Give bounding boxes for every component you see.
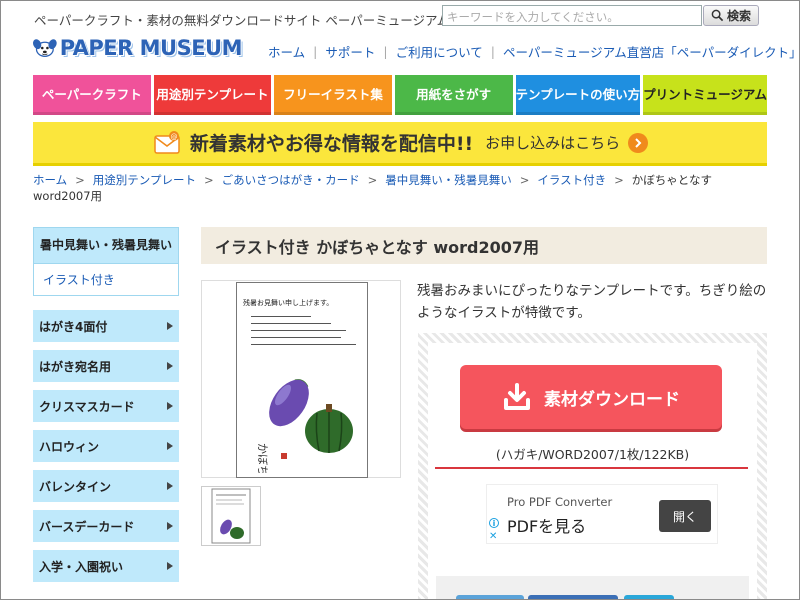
main-menu: ペーパークラフト 用途別テンプレート フリーイラスト集 用紙をさがす テンプレー… <box>33 75 768 115</box>
breadcrumb-illustrated[interactable]: イラスト付き <box>537 173 606 187</box>
template-preview[interactable]: 残暑お見舞い申し上げます。 かぼちゃとなす <box>201 280 401 478</box>
template-description: 残暑おみまいにぴったりなテンプレートです。ちぎり絵のようなイラストが特徴です。 <box>417 283 767 321</box>
nav-home-link[interactable]: ホーム <box>268 42 305 61</box>
search-input[interactable] <box>443 7 701 27</box>
postcard-preview: 残暑お見舞い申し上げます。 かぼちゃとなす <box>236 282 368 478</box>
breadcrumb: ホーム > 用途別テンプレート > ごあいさつはがき・カード > 暑中見舞い・残暑見舞い > イ… <box>33 173 712 203</box>
dog-mascot-icon <box>33 39 57 57</box>
card-heading: 残暑お見舞い申し上げます。 <box>243 299 334 307</box>
arrow-right-icon <box>628 132 649 153</box>
sidebar-list: はがき4面付 はがき宛名用 クリスマスカード ハロウィン バレンタイン バースデ… <box>33 310 179 582</box>
ad-close-icon[interactable]: ✕ <box>489 531 497 542</box>
search-button-label: 検索 <box>726 9 751 23</box>
triangle-right-icon <box>167 522 173 530</box>
triangle-right-icon <box>167 402 173 410</box>
divider <box>435 467 748 469</box>
nav-support-link[interactable]: サポート <box>325 42 375 61</box>
breadcrumb-home[interactable]: ホーム <box>33 173 67 187</box>
breadcrumb-greeting-cards[interactable]: ごあいさつはがき・カード <box>222 173 360 187</box>
menu-find-paper[interactable]: 用紙をさがす <box>394 75 513 115</box>
svg-text:@: @ <box>170 133 177 141</box>
sidebar-item[interactable]: はがき4面付 <box>33 310 179 342</box>
sidebar-item[interactable]: はがき宛名用 <box>33 350 179 382</box>
newsletter-banner[interactable]: @ 新着素材やお得な情報を配信中!! お申し込みはこちら <box>33 122 767 166</box>
triangle-right-icon <box>167 322 173 330</box>
sidebar-item[interactable]: ハロウィン <box>33 430 179 462</box>
menu-templates[interactable]: 用途別テンプレート <box>153 75 272 115</box>
ad-company: Pro PDF Converter <box>507 495 613 509</box>
share-facebook-button[interactable] <box>528 595 618 600</box>
sidebar-subitem-illustrated[interactable]: イラスト付き <box>33 264 179 296</box>
category-sidebar: 暑中見舞い・残暑見舞い イラスト付き はがき4面付 はがき宛名用 クリスマスカー… <box>33 227 179 582</box>
svg-text:かぼちゃとなす: かぼちゃとなす <box>256 443 269 473</box>
nav-separator: | <box>383 44 388 59</box>
download-button-label: 素材ダウンロード <box>544 389 680 410</box>
nav-usage-link[interactable]: ご利用について <box>396 42 483 61</box>
share-hatena-button[interactable] <box>624 595 674 600</box>
download-icon <box>504 383 530 410</box>
share-twitter-button[interactable] <box>456 595 524 600</box>
ad-info-icon[interactable]: i <box>489 518 499 528</box>
triangle-right-icon <box>167 562 173 570</box>
triangle-right-icon <box>167 362 173 370</box>
site-tagline: ペーパークラフト・素材の無料ダウンロードサイト ペーパーミュージアム <box>34 13 450 28</box>
breadcrumb-summer-greetings[interactable]: 暑中見舞い・残暑見舞い <box>385 173 512 187</box>
sidebar-item[interactable]: バレンタイン <box>33 470 179 502</box>
ad-title: PDFを見る <box>507 517 587 536</box>
sidebar-item[interactable]: 入学・入園祝い <box>33 550 179 582</box>
file-info: (ハガキ/WORD2007/1枚/122KB) <box>495 447 690 462</box>
page-title: イラスト付き かぼちゃとなす word2007用 <box>201 227 767 264</box>
top-nav: ホーム | サポート | ご利用について | ペーパーミュージアム直営店「ペーパ… <box>268 42 800 61</box>
triangle-right-icon <box>167 442 173 450</box>
menu-how-to-use[interactable]: テンプレートの使い方 <box>515 75 641 115</box>
advertisement[interactable]: Pro PDF Converter PDFを見る 開く i ✕ <box>486 484 718 544</box>
site-logo[interactable]: PAPER MUSEUM <box>32 28 243 68</box>
search-icon <box>711 9 724 22</box>
menu-papercraft[interactable]: ペーパークラフト <box>33 75 151 115</box>
sidebar-item[interactable]: バースデーカード <box>33 510 179 542</box>
search-box[interactable] <box>442 5 702 27</box>
banner-main-text: 新着素材やお得な情報を配信中!! <box>189 133 474 155</box>
logo-text: PAPER MUSEUM <box>59 36 243 60</box>
template-thumbnail[interactable] <box>201 486 261 546</box>
sidebar-current-category[interactable]: 暑中見舞い・残暑見舞い <box>33 227 179 264</box>
envelope-icon: @ <box>154 130 180 154</box>
download-button[interactable]: 素材ダウンロード <box>460 365 722 429</box>
breadcrumb-templates[interactable]: 用途別テンプレート <box>93 173 196 187</box>
triangle-right-icon <box>167 482 173 490</box>
nav-separator: | <box>313 44 318 59</box>
nav-separator: | <box>490 44 495 59</box>
search-button[interactable]: 検索 <box>703 5 759 26</box>
ad-open-button[interactable]: 開く <box>659 500 711 532</box>
banner-signup-text: お申し込みはこちら <box>485 134 621 152</box>
sidebar-item[interactable]: クリスマスカード <box>33 390 179 422</box>
nav-shop-link[interactable]: ペーパーミュージアム直営店「ペーパーダイレクト」 <box>503 42 800 61</box>
menu-print-museum[interactable]: プリントミュージアム <box>643 75 768 115</box>
download-area: 素材ダウンロード (ハガキ/WORD2007/1枚/122KB) Pro PDF… <box>418 333 767 600</box>
menu-free-illustrations[interactable]: フリーイラスト集 <box>274 75 392 115</box>
eggplant-pumpkin-illustration: かぼちゃとなす <box>256 379 353 473</box>
